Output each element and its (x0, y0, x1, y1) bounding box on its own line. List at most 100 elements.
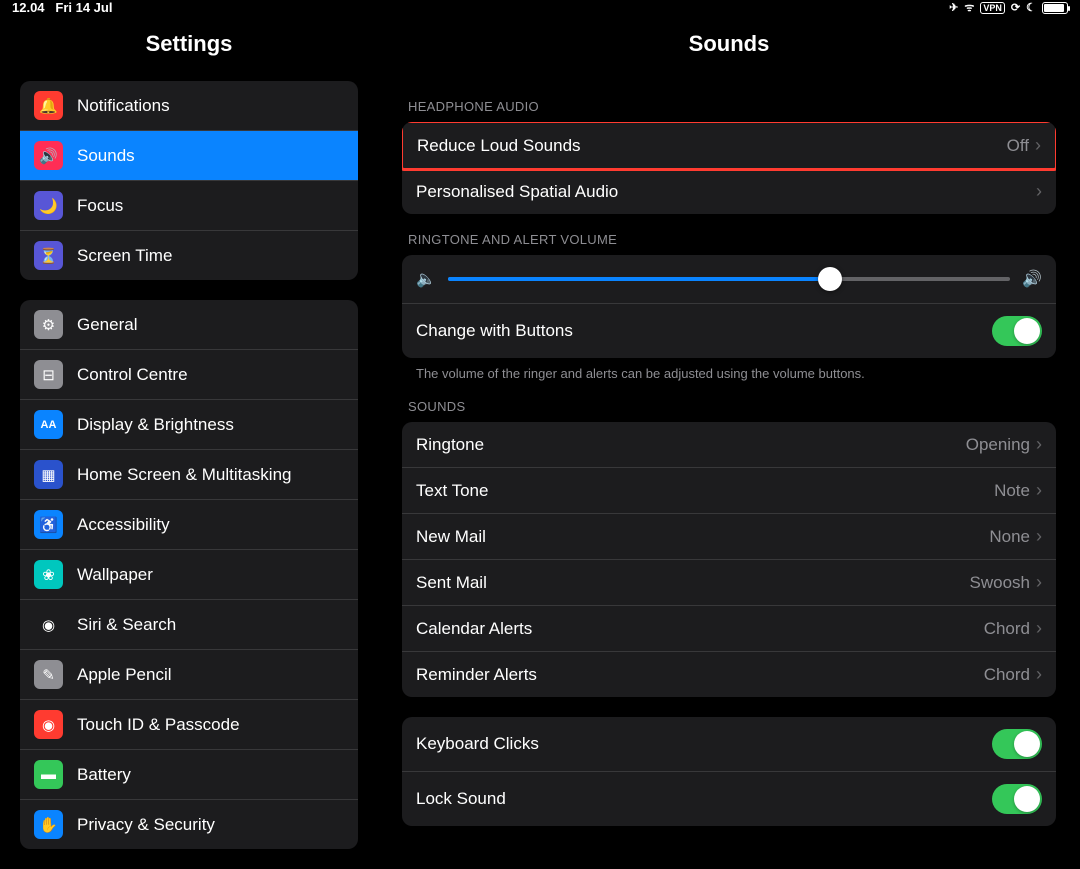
sidebar-icon: 🔊 (34, 141, 63, 170)
content-title: Sounds (402, 15, 1056, 81)
sidebar-item-notifications[interactable]: 🔔 Notifications (20, 81, 358, 131)
sound-label: Text Tone (416, 481, 994, 501)
sidebar-item-label: Notifications (77, 96, 170, 116)
sidebar-item-control-centre[interactable]: ⊟ Control Centre (20, 350, 358, 400)
sound-row-calendar-alerts[interactable]: Calendar AlertsChord › (402, 606, 1056, 652)
sidebar-icon: ◉ (34, 610, 63, 639)
change-buttons-toggle[interactable] (992, 316, 1042, 346)
date: Fri 14 Jul (55, 0, 112, 15)
sidebar-icon: ✋ (34, 810, 63, 839)
sound-value: Swoosh (970, 573, 1030, 593)
sidebar-item-sounds[interactable]: 🔊 Sounds (20, 131, 358, 181)
sidebar-icon: 🔔 (34, 91, 63, 120)
sidebar-icon: ❀ (34, 560, 63, 589)
spatial-label: Personalised Spatial Audio (416, 182, 1036, 202)
change-buttons-label: Change with Buttons (416, 321, 992, 341)
rotation-lock-icon: ⟳ (1011, 1, 1020, 14)
sidebar-item-label: Screen Time (77, 246, 172, 266)
keyboard-clicks-row[interactable]: Keyboard Clicks (402, 717, 1056, 772)
reduce-loud-label: Reduce Loud Sounds (417, 136, 1007, 156)
lock-sound-label: Lock Sound (416, 789, 992, 809)
lock-sound-row[interactable]: Lock Sound (402, 772, 1056, 826)
sidebar-item-label: Privacy & Security (77, 815, 215, 835)
sidebar-item-focus[interactable]: 🌙 Focus (20, 181, 358, 231)
wifi-icon: ᯤ (964, 0, 974, 15)
sound-label: New Mail (416, 527, 989, 547)
sidebar-item-label: Touch ID & Passcode (77, 715, 240, 735)
sidebar-item-general[interactable]: ⚙ General (20, 300, 358, 350)
sidebar-item-siri-search[interactable]: ◉ Siri & Search (20, 600, 358, 650)
change-buttons-note: The volume of the ringer and alerts can … (402, 358, 1056, 381)
sidebar-icon: ✎ (34, 660, 63, 689)
sound-row-new-mail[interactable]: New MailNone › (402, 514, 1056, 560)
sidebar-title: Settings (0, 15, 378, 81)
airplane-icon: ✈ (949, 1, 958, 14)
sidebar-icon: ♿ (34, 510, 63, 539)
sidebar-icon: ◉ (34, 710, 63, 739)
sound-row-reminder-alerts[interactable]: Reminder AlertsChord › (402, 652, 1056, 697)
chevron-right-icon: › (1036, 572, 1042, 593)
sidebar-item-touch-id-passcode[interactable]: ◉ Touch ID & Passcode (20, 700, 358, 750)
sound-row-ringtone[interactable]: RingtoneOpening › (402, 422, 1056, 468)
chevron-right-icon: › (1036, 664, 1042, 685)
sidebar-icon: ▦ (34, 460, 63, 489)
headphone-audio-header: HEADPHONE AUDIO (402, 81, 1056, 122)
sidebar-item-privacy-security[interactable]: ✋ Privacy & Security (20, 800, 358, 849)
sidebar-item-accessibility[interactable]: ♿Accessibility (20, 500, 358, 550)
sidebar-icon: ⚙ (34, 310, 63, 339)
sidebar-icon: ⊟ (34, 360, 63, 389)
sidebar-item-battery[interactable]: ▬ Battery (20, 750, 358, 800)
sidebar-item-label: Wallpaper (77, 565, 153, 585)
chevron-right-icon: › (1036, 181, 1042, 202)
sound-value: None (989, 527, 1030, 547)
sidebar-icon: AA (34, 410, 63, 439)
volume-low-icon: 🔈 (416, 269, 436, 289)
keyboard-clicks-label: Keyboard Clicks (416, 734, 992, 754)
sound-value: Chord (984, 665, 1030, 685)
sound-row-text-tone[interactable]: Text ToneNote› (402, 468, 1056, 514)
sound-row-sent-mail[interactable]: Sent MailSwoosh› (402, 560, 1056, 606)
sounds-section-header: SOUNDS (402, 381, 1056, 422)
sidebar-item-home-screen-multitasking[interactable]: ▦ Home Screen & Multitasking (20, 450, 358, 500)
sidebar-icon: 🌙 (34, 191, 63, 220)
sidebar-item-label: Home Screen & Multitasking (77, 465, 291, 485)
sidebar-item-label: Display & Brightness (77, 415, 234, 435)
sidebar-icon: ▬ (34, 760, 63, 789)
keyboard-clicks-toggle[interactable] (992, 729, 1042, 759)
sidebar-item-label: Focus (77, 196, 123, 216)
sound-label: Ringtone (416, 435, 966, 455)
moon-icon: ☾ (1026, 1, 1036, 14)
spatial-audio-row[interactable]: Personalised Spatial Audio › (402, 169, 1056, 214)
sidebar-item-screen-time[interactable]: ⏳ Screen Time (20, 231, 358, 280)
sidebar-item-label: General (77, 315, 137, 335)
change-with-buttons-row[interactable]: Change with Buttons (402, 304, 1056, 358)
chevron-right-icon: › (1035, 135, 1041, 156)
chevron-right-icon: › (1036, 526, 1042, 547)
time: 12.04 (12, 0, 45, 15)
sidebar-item-label: Sounds (77, 146, 135, 166)
sidebar-icon: ⏳ (34, 241, 63, 270)
battery-icon (1042, 2, 1068, 14)
sound-label: Calendar Alerts (416, 619, 984, 639)
sound-value: Opening (966, 435, 1030, 455)
sidebar-item-wallpaper[interactable]: ❀ Wallpaper (20, 550, 358, 600)
sound-value: Chord (984, 619, 1030, 639)
reduce-loud-sounds-row[interactable]: Reduce Loud Sounds Off › (402, 122, 1056, 171)
sidebar-item-apple-pencil[interactable]: ✎Apple Pencil (20, 650, 358, 700)
sidebar-item-label: Battery (77, 765, 131, 785)
sidebar-item-label: Control Centre (77, 365, 188, 385)
vpn-badge: VPN (980, 2, 1005, 14)
sidebar-item-display-brightness[interactable]: AA Display & Brightness (20, 400, 358, 450)
chevron-right-icon: › (1036, 618, 1042, 639)
volume-slider[interactable] (448, 274, 1010, 284)
sound-label: Reminder Alerts (416, 665, 984, 685)
volume-slider-row: 🔈 🔊 (402, 255, 1056, 304)
volume-high-icon: 🔊 (1022, 269, 1042, 289)
sound-value: Note (994, 481, 1030, 501)
status-right: ✈ ᯤ VPN ⟳ ☾ (949, 0, 1068, 15)
status-bar: 12.04 Fri 14 Jul ✈ ᯤ VPN ⟳ ☾ (0, 0, 1080, 15)
sidebar-item-label: Siri & Search (77, 615, 176, 635)
chevron-right-icon: › (1036, 434, 1042, 455)
reduce-loud-value: Off (1007, 136, 1029, 156)
ringtone-volume-header: RINGTONE AND ALERT VOLUME (402, 214, 1056, 255)
